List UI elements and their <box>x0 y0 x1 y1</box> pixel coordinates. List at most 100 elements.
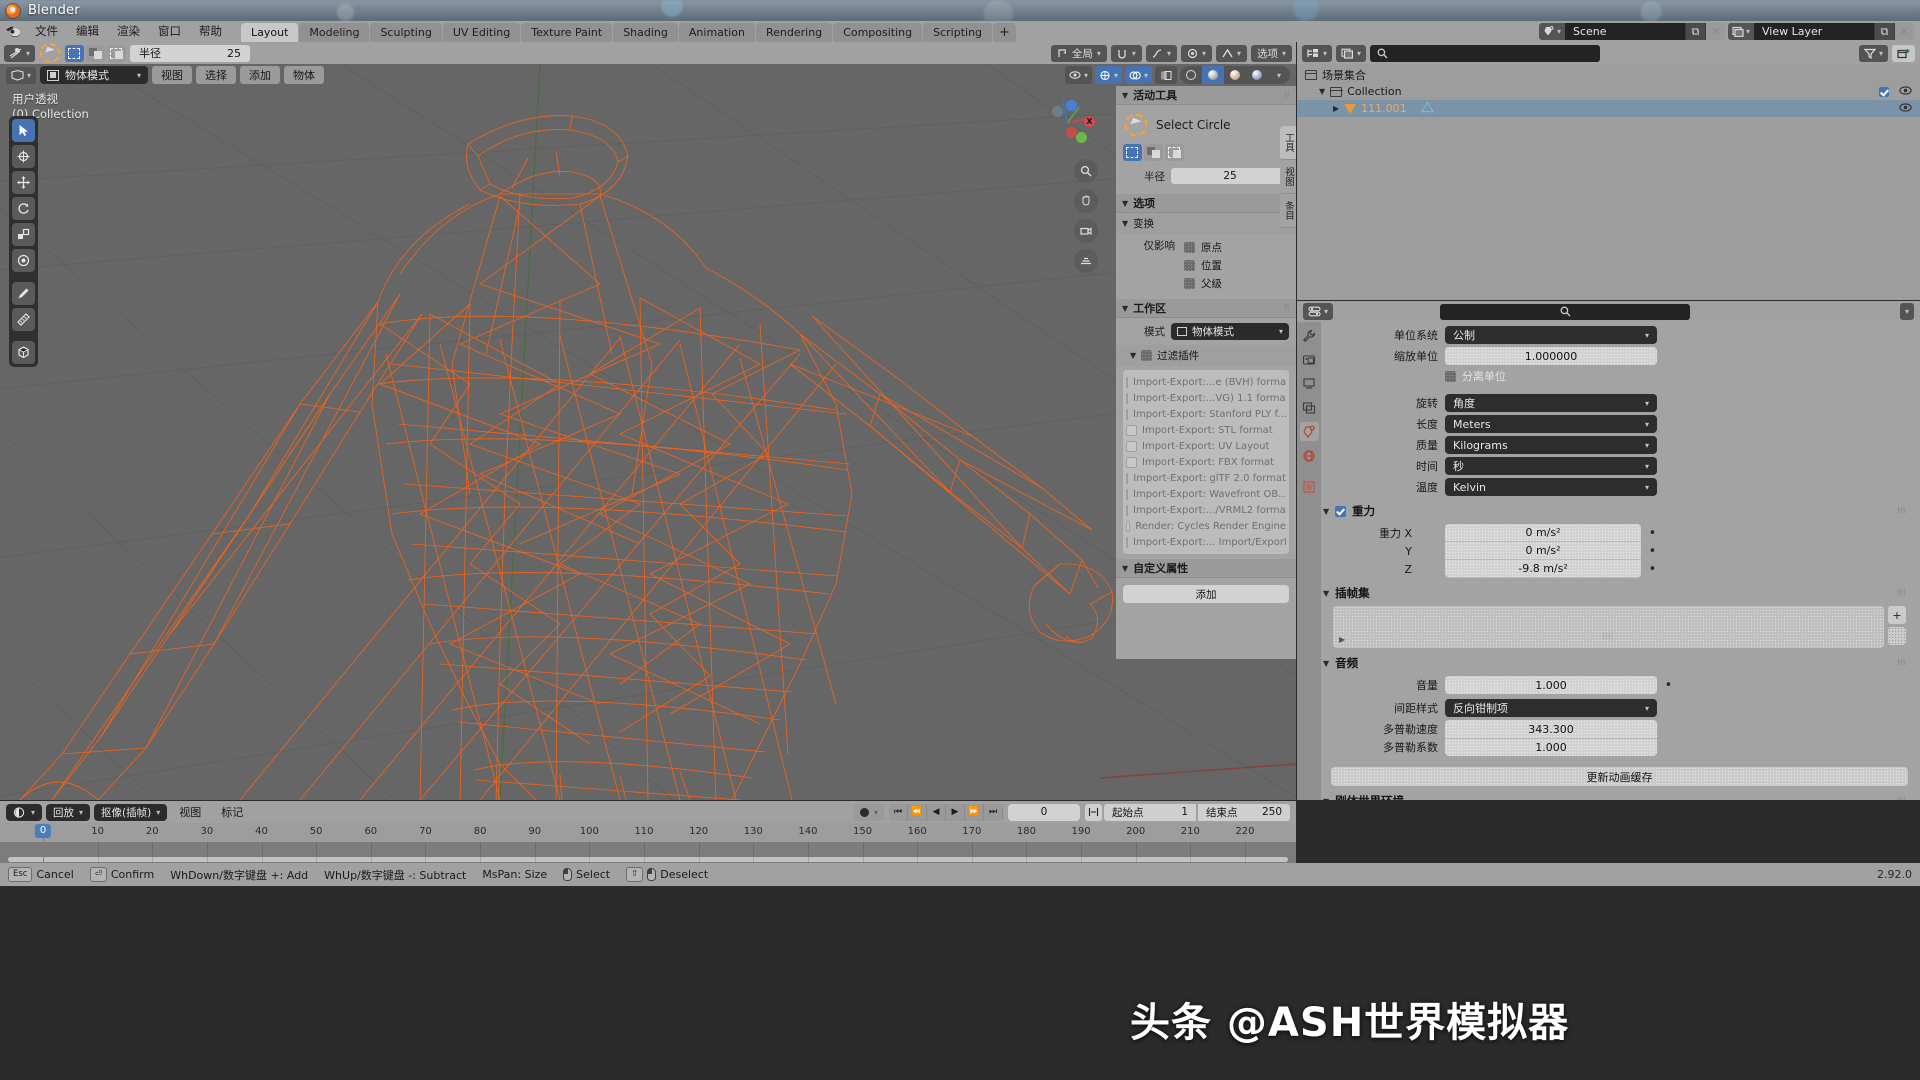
keying-sets-section-header[interactable]: ▼ 插帧集 ⦙⦙⦙ <box>1323 583 1914 603</box>
time-dropdown[interactable]: 秒 ▾ <box>1445 457 1657 475</box>
checkbox-icon[interactable] <box>1126 376 1128 388</box>
checkbox-icon[interactable] <box>1126 472 1129 484</box>
checkbox-icon[interactable] <box>1126 488 1128 500</box>
drag-grip-icon[interactable]: ⦙⦙ <box>1284 90 1290 100</box>
addon-row[interactable]: Import-Export: Wavefront OB... <box>1126 486 1286 502</box>
cursor-tool-icon[interactable] <box>12 145 35 168</box>
gizmo-z-positive[interactable] <box>1066 100 1077 111</box>
checkbox-icon[interactable] <box>1126 424 1137 436</box>
toggle-orthographic-icon[interactable] <box>1074 249 1098 273</box>
properties-tab-scene[interactable] <box>1299 422 1319 441</box>
addon-row[interactable]: Import-Export:.../VRML2 format <box>1126 502 1286 518</box>
move-tool-icon[interactable] <box>12 171 35 194</box>
properties-tab-object[interactable] <box>1300 477 1319 496</box>
npanel-tab-tool[interactable]: 工具 <box>1280 126 1296 160</box>
only-affect-location-row[interactable]: 位置 <box>1184 258 1289 273</box>
scene-name[interactable]: Scene <box>1564 23 1685 40</box>
addon-row[interactable]: Import-Export: FBX format <box>1126 454 1286 470</box>
new-scene-button[interactable]: ⧉ <box>1684 23 1705 40</box>
drag-grip-icon[interactable]: ⦙⦙⦙ <box>1898 506 1914 516</box>
select-extend-icon[interactable] <box>1144 144 1163 161</box>
gizmo-y-negative[interactable] <box>1052 106 1063 117</box>
pan-view-icon[interactable] <box>1074 189 1098 213</box>
outliner-display-mode-button[interactable]: ▾ <box>1336 44 1367 62</box>
chevron-right-icon[interactable]: ▶ <box>1339 635 1345 644</box>
drag-grip-icon[interactable]: ⦙⦙⦙ <box>1898 658 1914 668</box>
audio-section-header[interactable]: ▼ 音频 ⦙⦙⦙ <box>1323 653 1914 673</box>
gravity-x-animate-dot[interactable]: • <box>1648 526 1657 541</box>
timeline-menu-view[interactable]: 视图 <box>171 804 209 820</box>
properties-tab-view-layer[interactable] <box>1300 398 1319 417</box>
toggle-camera-view-icon[interactable] <box>1074 219 1098 243</box>
checkbox-icon[interactable] <box>1126 440 1137 452</box>
npanel-tab-view[interactable]: 视图 <box>1280 160 1296 194</box>
shading-rendered-button[interactable] <box>1246 66 1268 84</box>
zoom-view-icon[interactable] <box>1074 159 1098 183</box>
timeline-horizontal-scrollbar[interactable] <box>8 857 1288 862</box>
outliner-search-input[interactable] <box>1370 44 1601 62</box>
separate-units-checkbox[interactable] <box>1445 370 1456 382</box>
measure-tool-icon[interactable] <box>12 308 35 331</box>
select-new-icon[interactable] <box>1123 144 1142 161</box>
chevron-right-icon[interactable]: ▶ <box>1333 104 1339 113</box>
scale-tool-icon[interactable] <box>12 223 35 246</box>
distance-model-dropdown[interactable]: 反向钳制项 ▾ <box>1445 699 1657 717</box>
checkbox-icon[interactable] <box>1184 242 1195 253</box>
annotate-tool-icon[interactable] <box>12 282 35 305</box>
timeline-track[interactable] <box>0 842 1296 863</box>
addon-row[interactable]: Import-Export:... Import/Export <box>1126 534 1286 550</box>
properties-search-input[interactable] <box>1440 303 1691 320</box>
doppler-factor-input[interactable]: 1.000 <box>1445 738 1657 756</box>
npanel-custom-props-header[interactable]: ▼ 自定义属性 <box>1116 559 1296 578</box>
rotate-tool-icon[interactable] <box>12 197 35 220</box>
workspace-mode-dropdown[interactable]: 物体模式 ▾ <box>1171 323 1289 340</box>
snap-toggle[interactable]: ▾ <box>1110 44 1142 62</box>
shading-wireframe-button[interactable] <box>1180 66 1202 84</box>
checkbox-icon[interactable] <box>1126 392 1128 404</box>
collection-enable-checkbox[interactable] <box>1879 86 1889 97</box>
transform-orientation-selector[interactable]: 全局 ▾ <box>1050 44 1107 62</box>
addon-row[interactable]: Import-Export: glTF 2.0 format <box>1126 470 1286 486</box>
select-extend-icon[interactable] <box>86 44 106 62</box>
pivot-point-selector[interactable]: ▾ <box>1180 44 1212 62</box>
npanel-options-header[interactable]: ▼ 选项 ⦙⦙ <box>1116 194 1296 213</box>
properties-tab-output[interactable] <box>1300 374 1319 393</box>
shading-solid-button[interactable] <box>1202 66 1224 84</box>
jump-to-start-button[interactable]: ⏮ <box>889 803 908 821</box>
keying-popover-button[interactable]: 抠像(插帧) ▾ <box>94 803 168 821</box>
properties-tab-world[interactable] <box>1300 446 1319 465</box>
gravity-enable-checkbox[interactable] <box>1335 505 1347 517</box>
doppler-speed-input[interactable]: 343.300 <box>1445 720 1657 738</box>
drag-grip-icon[interactable]: ⦙⦙ <box>1284 303 1290 313</box>
shading-material-button[interactable] <box>1224 66 1246 84</box>
update-animation-cache-button[interactable]: 更新动画缓存 <box>1331 767 1908 786</box>
addon-row[interactable]: Render: Cycles Render Engine <box>1126 518 1286 534</box>
timeline-ruler[interactable]: 10 20 30 40 50 60 70 80 90 100 110 120 130 140 150 160 1… <box>0 823 1296 842</box>
viewport-editor-type-button[interactable]: ▾ <box>6 66 37 84</box>
menu-help[interactable]: 帮助 <box>190 21 231 42</box>
gravity-section-header[interactable]: ▼ 重力 ⦙⦙⦙ <box>1323 501 1914 521</box>
only-affect-parent-row[interactable]: 父级 <box>1184 276 1289 291</box>
interaction-mode-selector[interactable]: 物体模式 ▾ <box>40 66 149 84</box>
view-layer-selector[interactable]: ▾ View Layer ⧉ ✕ <box>1727 23 1914 40</box>
unit-scale-input[interactable]: 1.000000 <box>1445 347 1657 365</box>
timeline-editor-type-button[interactable]: ▾ <box>6 803 43 821</box>
drag-grip-icon[interactable]: ⦙⦙⦙ <box>1898 588 1914 598</box>
tab-uv-editing[interactable]: UV Editing <box>442 23 521 42</box>
timeline-menu-marker[interactable]: 标记 <box>213 804 251 820</box>
gravity-x-input[interactable]: 0 m/s² <box>1445 524 1641 542</box>
use-preview-range-button[interactable] <box>1085 803 1102 821</box>
play-button[interactable]: ▶ <box>946 803 965 821</box>
unit-system-dropdown[interactable]: 公制 ▾ <box>1445 326 1657 344</box>
tab-texture-paint[interactable]: Texture Paint <box>521 23 613 42</box>
menu-edit[interactable]: 编辑 <box>67 21 108 42</box>
gizmo-y-positive[interactable] <box>1076 132 1087 143</box>
menu-file[interactable]: 文件 <box>26 21 67 42</box>
checkbox-icon[interactable] <box>1126 536 1128 548</box>
select-subtract-icon[interactable] <box>1165 144 1184 161</box>
addon-row[interactable]: Import-Export: Stanford PLY f... <box>1126 406 1286 422</box>
audio-volume-animate-dot[interactable]: • <box>1664 678 1673 693</box>
length-dropdown[interactable]: Meters ▾ <box>1445 415 1657 433</box>
viewport-menu-view[interactable]: 视图 <box>152 66 193 84</box>
npanel-workspace-header[interactable]: ▼ 工作区 ⦙⦙ <box>1116 299 1296 318</box>
